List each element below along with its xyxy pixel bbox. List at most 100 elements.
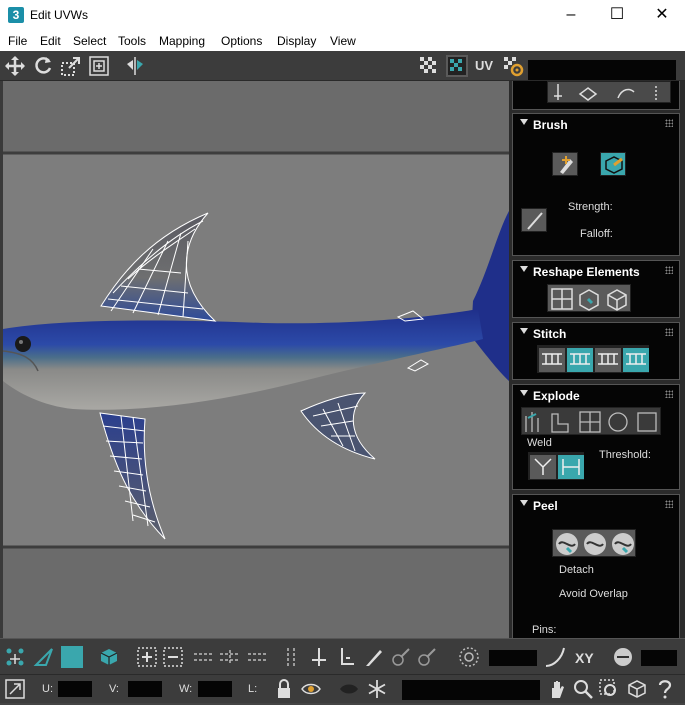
top-value-field[interactable] [528,60,676,80]
element-select-icon[interactable] [98,646,120,668]
detach-label[interactable]: Detach [559,564,594,576]
peel-grip[interactable] [665,500,673,508]
lock-icon[interactable] [273,678,295,700]
edit-uvws-window: 3 Edit UVWs – ☐ ✕ File Edit Select Tools… [0,0,685,703]
stitch-rollout: Stitch [512,322,680,380]
uv-toggle-label[interactable]: UV [475,58,493,73]
pins-label: Pins: [532,624,557,636]
reshape-grip[interactable] [665,266,673,274]
brush-title[interactable]: Brush [533,118,568,132]
stitch-grip[interactable] [665,328,673,336]
freeze-icon[interactable] [366,678,388,700]
stitch-title[interactable]: Stitch [533,327,566,341]
paint-grow-icon[interactable] [390,646,412,668]
freeform-icon[interactable] [88,55,110,77]
v-field[interactable] [128,681,162,697]
vertex-select-icon[interactable] [4,646,26,668]
paint-select-icon[interactable] [362,646,384,668]
partial-rollout-buttons[interactable] [547,81,671,103]
paint-move-button[interactable] [552,152,578,176]
window-title: Edit UVWs [30,8,89,22]
scale-icon[interactable] [60,55,82,77]
explode-buttons[interactable] [521,407,661,435]
menu-mapping[interactable]: Mapping [159,34,205,48]
brush-grip[interactable] [665,119,673,127]
soft-selection-value-field[interactable] [489,650,537,666]
hide-icon[interactable] [338,678,360,700]
peel-rollout: Peel Detach Avoid Overlap Pins: [512,494,680,638]
explode-title[interactable]: Explode [533,389,580,403]
peel-collapse-arrow[interactable] [520,500,528,506]
falloff-label: Falloff: [580,228,613,240]
avoid-overlap-label[interactable]: Avoid Overlap [559,588,628,600]
checker-icon[interactable] [418,55,440,77]
edge-distance-icon[interactable] [612,646,634,668]
edge-select-icon[interactable] [33,646,55,668]
menu-options[interactable]: Options [221,34,262,48]
threshold-label: Threshold: [599,449,651,461]
zoom-extents-icon[interactable] [626,678,648,700]
menu-bar: File Edit Select Tools Mapping Options D… [0,31,685,51]
soft-selection-icon[interactable] [458,646,480,668]
rotate-icon[interactable] [32,55,54,77]
maximize-button[interactable]: ☐ [594,0,640,31]
fish-eye-highlight [19,340,23,344]
help-icon[interactable] [654,678,676,700]
loop-ring-icons[interactable] [192,646,272,668]
select-by-icon[interactable] [336,646,358,668]
stitch-buttons[interactable] [537,345,649,373]
brush-collapse-arrow[interactable] [520,119,528,125]
peel-title[interactable]: Peel [533,499,558,513]
paint-shrink-icon[interactable] [416,646,438,668]
selection-info-field[interactable] [402,680,540,700]
close-button[interactable]: ✕ [639,0,685,31]
move-icon[interactable] [4,55,26,77]
w-label: W: [179,683,193,695]
peel-buttons[interactable] [552,529,636,557]
reshape-elements-rollout: Reshape Elements [512,260,680,318]
partial-rollout [512,81,680,110]
tool-panel: Brush Strength: Falloff: Reshape Element… [509,81,685,638]
shrink-select-icon[interactable] [162,646,184,668]
fish-eye [15,336,31,352]
strength-label: Strength: [568,201,613,213]
brush-rollout: Brush Strength: Falloff: [512,113,680,256]
relax-brush-button[interactable] [600,152,626,176]
menu-select[interactable]: Select [73,34,106,48]
show-hide-icon[interactable] [300,678,322,700]
menu-display[interactable]: Display [277,34,316,48]
u-label: U: [42,683,53,695]
checker-texture-icon[interactable] [446,55,468,77]
uv-viewport[interactable] [3,81,509,638]
falloff-curve-icon[interactable] [544,646,566,668]
title-bar: 3 Edit UVWs – ☐ ✕ [0,0,685,31]
explode-collapse-arrow[interactable] [520,390,528,396]
menu-edit[interactable]: Edit [40,34,61,48]
brush-line-button[interactable] [521,208,547,232]
u-field[interactable] [58,681,92,697]
zoom-icon[interactable] [572,678,594,700]
stitch-collapse-arrow[interactable] [520,328,528,334]
weld-buttons[interactable] [528,452,584,480]
minimize-button[interactable]: – [548,0,594,31]
point-to-point-icon[interactable] [308,646,330,668]
reshape-collapse-arrow[interactable] [520,266,528,272]
reshape-title[interactable]: Reshape Elements [533,265,640,279]
grow-select-icon[interactable] [136,646,158,668]
face-select-icon[interactable] [61,646,83,668]
explode-grip[interactable] [665,390,673,398]
menu-tools[interactable]: Tools [118,34,146,48]
mirror-icon[interactable] [124,55,146,77]
menu-view[interactable]: View [330,34,356,48]
menu-file[interactable]: File [8,34,27,48]
zoom-region-icon[interactable] [598,678,620,700]
edge-loop-icon[interactable] [280,646,302,668]
edge-distance-field[interactable] [641,650,677,666]
xy-space-label[interactable]: XY [575,650,594,666]
reshape-buttons[interactable] [547,284,631,312]
settings-icon[interactable] [502,55,524,77]
uv-canvas[interactable] [3,81,509,638]
pan-icon[interactable] [546,678,568,700]
absolute-offset-icon[interactable] [4,678,26,700]
w-field[interactable] [198,681,232,697]
